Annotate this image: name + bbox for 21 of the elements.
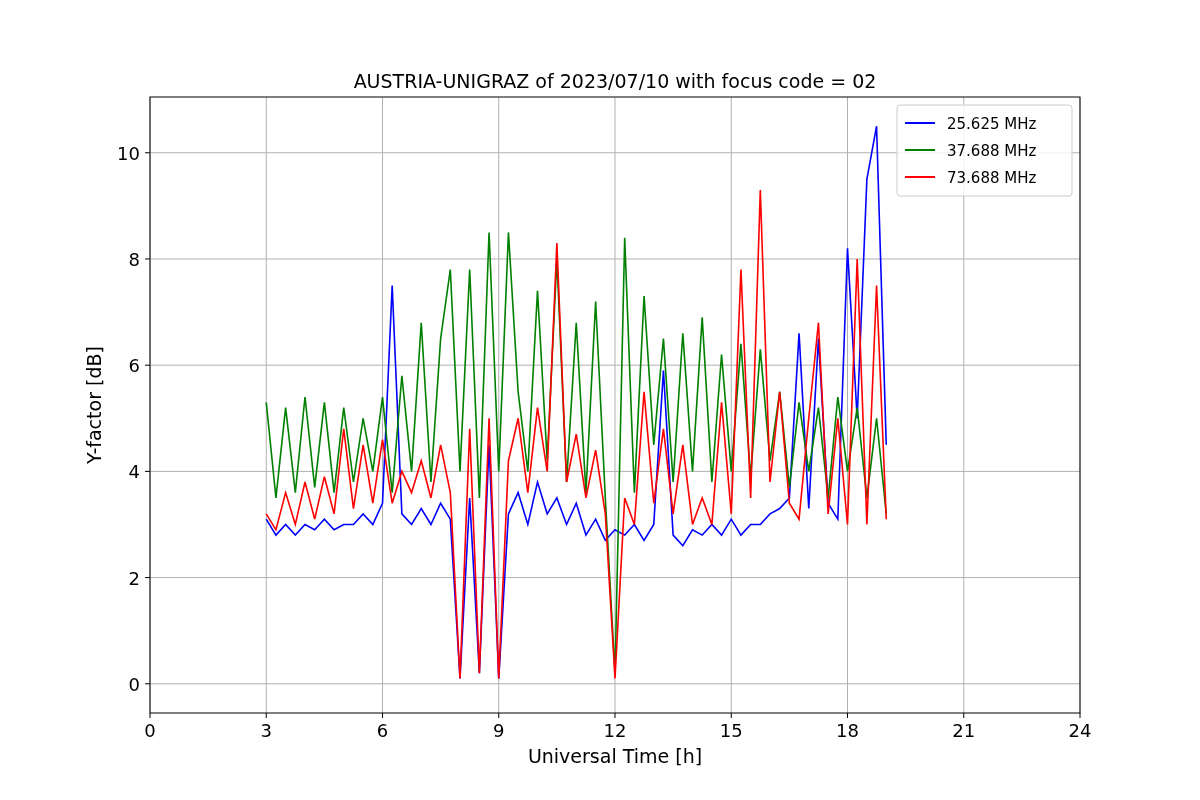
legend-label: 73.688 MHz: [947, 169, 1037, 187]
chart-title: AUSTRIA-UNIGRAZ of 2023/07/10 with focus code = 02: [353, 70, 877, 92]
x-tick-label: 21: [952, 720, 976, 741]
y-axis-label: Y-factor [dB]: [83, 346, 105, 464]
x-axis-label: Universal Time [h]: [527, 745, 703, 767]
x-tick-label: 12: [603, 720, 627, 741]
x-tick-label: 9: [493, 720, 505, 741]
legend-label: 25.625 MHz: [947, 115, 1037, 133]
y-tick-label: 6: [128, 355, 140, 377]
x-tick-label: 18: [836, 720, 859, 741]
y-tick-label: 0: [128, 673, 140, 695]
y-tick-label: 2: [128, 567, 140, 589]
x-tick-label: 15: [719, 720, 743, 741]
x-tick-label: 6: [376, 720, 389, 741]
x-tick-label: 3: [260, 720, 272, 741]
y-tick-label: 4: [128, 461, 140, 483]
y-tick-label: 8: [128, 248, 140, 270]
x-tick-label: 24: [1068, 720, 1092, 741]
x-tick-label: 0: [144, 720, 156, 741]
y-tick-label: 10: [117, 142, 140, 164]
legend-label: 37.688 MHz: [947, 142, 1037, 160]
